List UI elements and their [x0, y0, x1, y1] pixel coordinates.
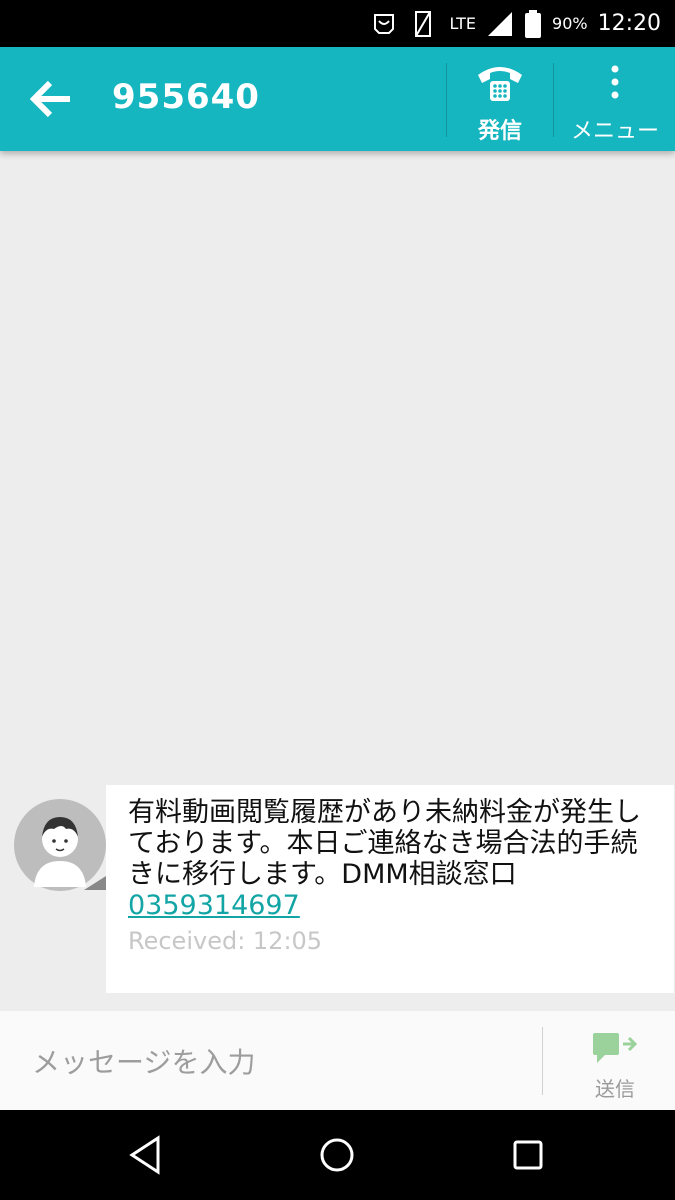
divider — [553, 63, 554, 137]
divider — [542, 1027, 543, 1095]
composer-bar: メッセージを入力 送信 — [0, 1011, 675, 1110]
status-bar: LTE 90% 12:20 — [0, 0, 675, 47]
more-vert-icon — [611, 65, 619, 99]
message-bubble[interactable]: 有料動画閲覧履歴があり未納料金が発生しております。本日ご連絡なき場合法的手続きに… — [106, 785, 674, 993]
app-bar: 955640 発信 メニュー — [0, 47, 675, 151]
conversation-area[interactable]: 有料動画閲覧履歴があり未納料金が発生しております。本日ご連絡なき場合法的手続きに… — [0, 151, 675, 1011]
send-label: 送信 — [595, 1077, 635, 1101]
battery-icon — [525, 9, 542, 38]
message-body: 有料動画閲覧履歴があり未納料金が発生しております。本日ご連絡なき場合法的手続きに… — [128, 797, 652, 921]
send-message-icon — [593, 1033, 638, 1063]
clock: 12:20 — [597, 11, 661, 36]
nav-home-icon[interactable] — [314, 1132, 360, 1178]
call-button[interactable]: 発信 — [462, 61, 538, 144]
divider — [446, 63, 447, 137]
status-icons: LTE 90% 12:20 — [369, 0, 661, 47]
menu-button[interactable]: メニュー — [566, 61, 664, 144]
call-label: 発信 — [477, 119, 522, 144]
send-button[interactable]: 送信 — [570, 1029, 660, 1102]
nav-recents-icon[interactable] — [505, 1132, 551, 1178]
nav-back-icon[interactable] — [124, 1132, 170, 1178]
network-type: LTE — [449, 14, 477, 33]
notification-icon — [374, 13, 395, 34]
contact-number: 955640 — [112, 77, 260, 117]
signal-icon — [488, 11, 513, 36]
message-input[interactable]: メッセージを入力 — [32, 1041, 255, 1081]
phone-link[interactable]: 0359314697 — [128, 890, 300, 921]
message-timestamp: Received: 12:05 — [128, 927, 323, 955]
back-arrow-icon[interactable] — [30, 79, 74, 119]
phone-icon — [478, 67, 522, 101]
message-text: 有料動画閲覧履歴があり未納料金が発生しております。本日ご連絡なき場合法的手続きに… — [128, 797, 641, 890]
battery-level: 90% — [552, 14, 588, 33]
navigation-bar — [0, 1110, 675, 1200]
menu-label: メニュー — [570, 119, 659, 144]
bubble-tail — [84, 876, 106, 890]
rotation-lock-icon — [415, 10, 432, 37]
